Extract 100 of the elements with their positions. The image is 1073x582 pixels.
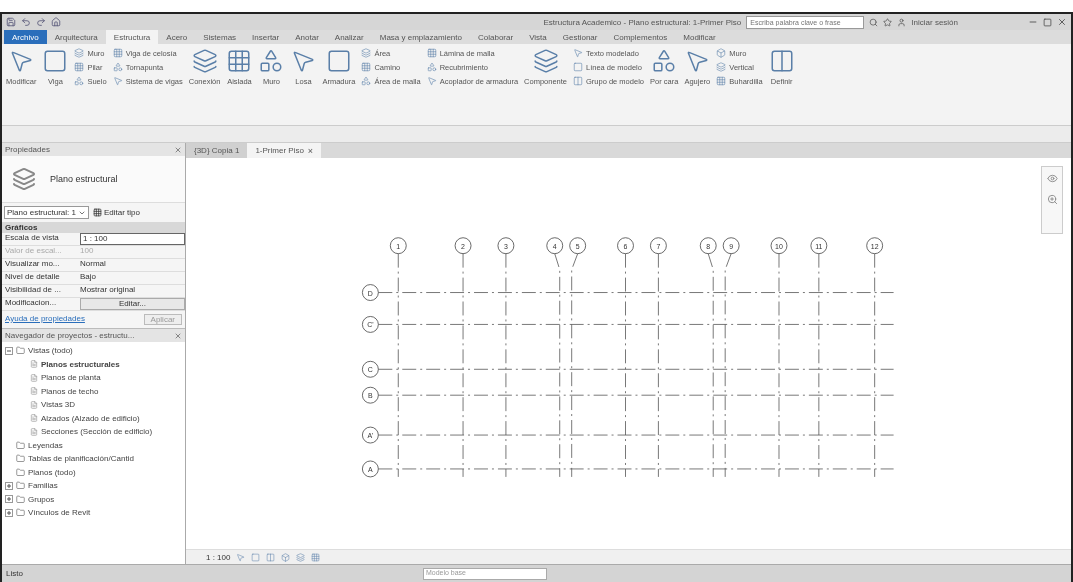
shapes-icon xyxy=(74,76,85,86)
tree-item[interactable]: Vistas (todo) xyxy=(5,344,182,358)
view-selector[interactable]: Plano estructural: 1 xyxy=(4,206,89,219)
ribbon-tab[interactable]: Colaborar xyxy=(470,30,522,44)
square-icon xyxy=(325,48,352,74)
ribbon-tab[interactable]: Masa y emplazamiento xyxy=(371,30,470,44)
tree-item[interactable]: Planos estructurales xyxy=(5,357,182,371)
ribbon-tab[interactable]: Archivo xyxy=(4,30,47,44)
property-value: Normal xyxy=(80,259,107,270)
property-name: Visualizar mo... xyxy=(4,259,61,270)
tree-item[interactable]: Familias xyxy=(5,479,182,493)
property-name: Escala de vista xyxy=(4,233,60,244)
folder-icon xyxy=(16,494,25,504)
tree-item[interactable]: Vínculos de Revit xyxy=(5,506,182,520)
tree-item[interactable]: Alzados (Alzado de edificio) xyxy=(5,411,182,425)
tree-item[interactable]: Planos de planta xyxy=(5,371,182,385)
close-icon[interactable] xyxy=(1057,17,1067,27)
navigation-bar[interactable] xyxy=(1041,166,1063,234)
tree-item[interactable]: Tablas de planificación/Cantid xyxy=(5,452,182,466)
ribbon-tab[interactable]: Complementos xyxy=(605,30,676,44)
tree-item[interactable]: Planos (todo) xyxy=(5,465,182,479)
square-icon xyxy=(573,62,583,72)
close-icon[interactable] xyxy=(174,331,182,340)
sign-in-link[interactable]: Iniciar sesión xyxy=(911,17,958,27)
ribbon-tab[interactable]: Vista xyxy=(521,30,555,44)
property-name: Visibilidad de ... xyxy=(4,285,62,296)
layers-icon xyxy=(532,48,559,74)
star-icon[interactable] xyxy=(883,17,893,27)
window-title: Estructura Academico - Plano estructural: 1-Primer Piso xyxy=(543,17,742,27)
view-tab[interactable]: {3D} Copia 1 xyxy=(186,143,248,158)
grid-icon xyxy=(226,48,253,74)
panel-title: Propiedades xyxy=(5,145,50,154)
property-field[interactable]: 1 : 100 xyxy=(80,233,185,245)
shapes-icon xyxy=(361,76,372,86)
eye-icon[interactable] xyxy=(1046,173,1058,184)
scale-label[interactable]: 1 : 100 xyxy=(206,552,231,562)
folder-icon xyxy=(16,508,25,518)
expand-toggle[interactable] xyxy=(5,495,13,504)
zoom-icon[interactable] xyxy=(1046,194,1058,205)
tree-item[interactable]: Grupos xyxy=(5,492,182,506)
view-icon xyxy=(30,373,38,382)
tree-item[interactable]: Secciones (Sección de edificio) xyxy=(5,425,182,439)
shapes-icon xyxy=(426,62,437,72)
property-value: Mostrar original xyxy=(80,285,137,296)
maximize-icon[interactable] xyxy=(1043,17,1052,27)
redo-icon[interactable] xyxy=(36,17,46,27)
home-icon[interactable] xyxy=(51,17,61,27)
help-link[interactable]: Ayuda de propiedades xyxy=(5,314,85,325)
property-name: Modificacion... xyxy=(4,298,58,309)
close-icon[interactable] xyxy=(174,145,182,154)
pointer-icon xyxy=(112,76,123,86)
ribbon-tab[interactable]: Acero xyxy=(158,30,196,44)
pointer-icon xyxy=(236,552,246,562)
box-icon xyxy=(281,552,291,562)
ribbon-tab[interactable]: Sistemas xyxy=(195,30,245,44)
property-name: Valor de escal... xyxy=(4,246,63,257)
close-tab-button[interactable]: × xyxy=(307,145,314,156)
tree-item[interactable]: Vistas 3D xyxy=(5,398,182,412)
ribbon-tab[interactable]: Arquitectura xyxy=(46,30,106,44)
expand-toggle[interactable] xyxy=(5,346,13,355)
ribbon-tab[interactable]: Estructura xyxy=(105,30,159,44)
grid-icon xyxy=(426,48,437,58)
ribbon-tab[interactable]: Insertar xyxy=(244,30,288,44)
layers-icon xyxy=(716,62,727,72)
folder-icon xyxy=(16,346,25,356)
columns-icon xyxy=(768,48,795,74)
save-icon[interactable] xyxy=(6,17,16,27)
ribbon-tab[interactable]: Gestionar xyxy=(554,30,606,44)
view-icon xyxy=(30,414,38,423)
layers-icon xyxy=(296,552,306,562)
expand-toggle[interactable] xyxy=(5,508,13,517)
edit-button[interactable]: Editar... xyxy=(80,298,185,310)
grid-icon xyxy=(112,48,123,58)
edit-type-button[interactable]: Editar tipo xyxy=(92,208,140,217)
ribbon-tab[interactable]: Analizar xyxy=(326,30,372,44)
ribbon-tab[interactable]: Anotar xyxy=(287,30,327,44)
grid-icon xyxy=(716,76,727,86)
ribbon-tab[interactable]: Modificar xyxy=(675,30,724,44)
square-icon xyxy=(42,48,69,74)
view-icon xyxy=(30,360,38,369)
square-icon xyxy=(251,552,261,562)
folder-icon xyxy=(16,454,25,464)
search-icon[interactable] xyxy=(869,17,879,27)
folder-icon xyxy=(16,481,25,491)
view-icon xyxy=(30,387,38,396)
shapes-icon xyxy=(112,62,123,72)
property-value: Bajo xyxy=(80,272,97,283)
view-tab[interactable]: 1-Primer Piso × xyxy=(247,143,322,158)
tree-item[interactable]: Leyendas xyxy=(5,438,182,452)
plan-type-icon xyxy=(12,167,36,191)
user-icon[interactable] xyxy=(897,17,907,27)
layers-icon xyxy=(191,48,218,74)
tree-item[interactable]: Planos de techo xyxy=(5,384,182,398)
undo-icon[interactable] xyxy=(21,17,31,27)
folder-icon xyxy=(16,440,25,450)
layers-icon xyxy=(74,48,85,58)
expand-toggle[interactable] xyxy=(5,481,13,490)
view-icon xyxy=(30,400,38,409)
box-icon xyxy=(716,48,727,58)
view-icon xyxy=(30,427,38,436)
